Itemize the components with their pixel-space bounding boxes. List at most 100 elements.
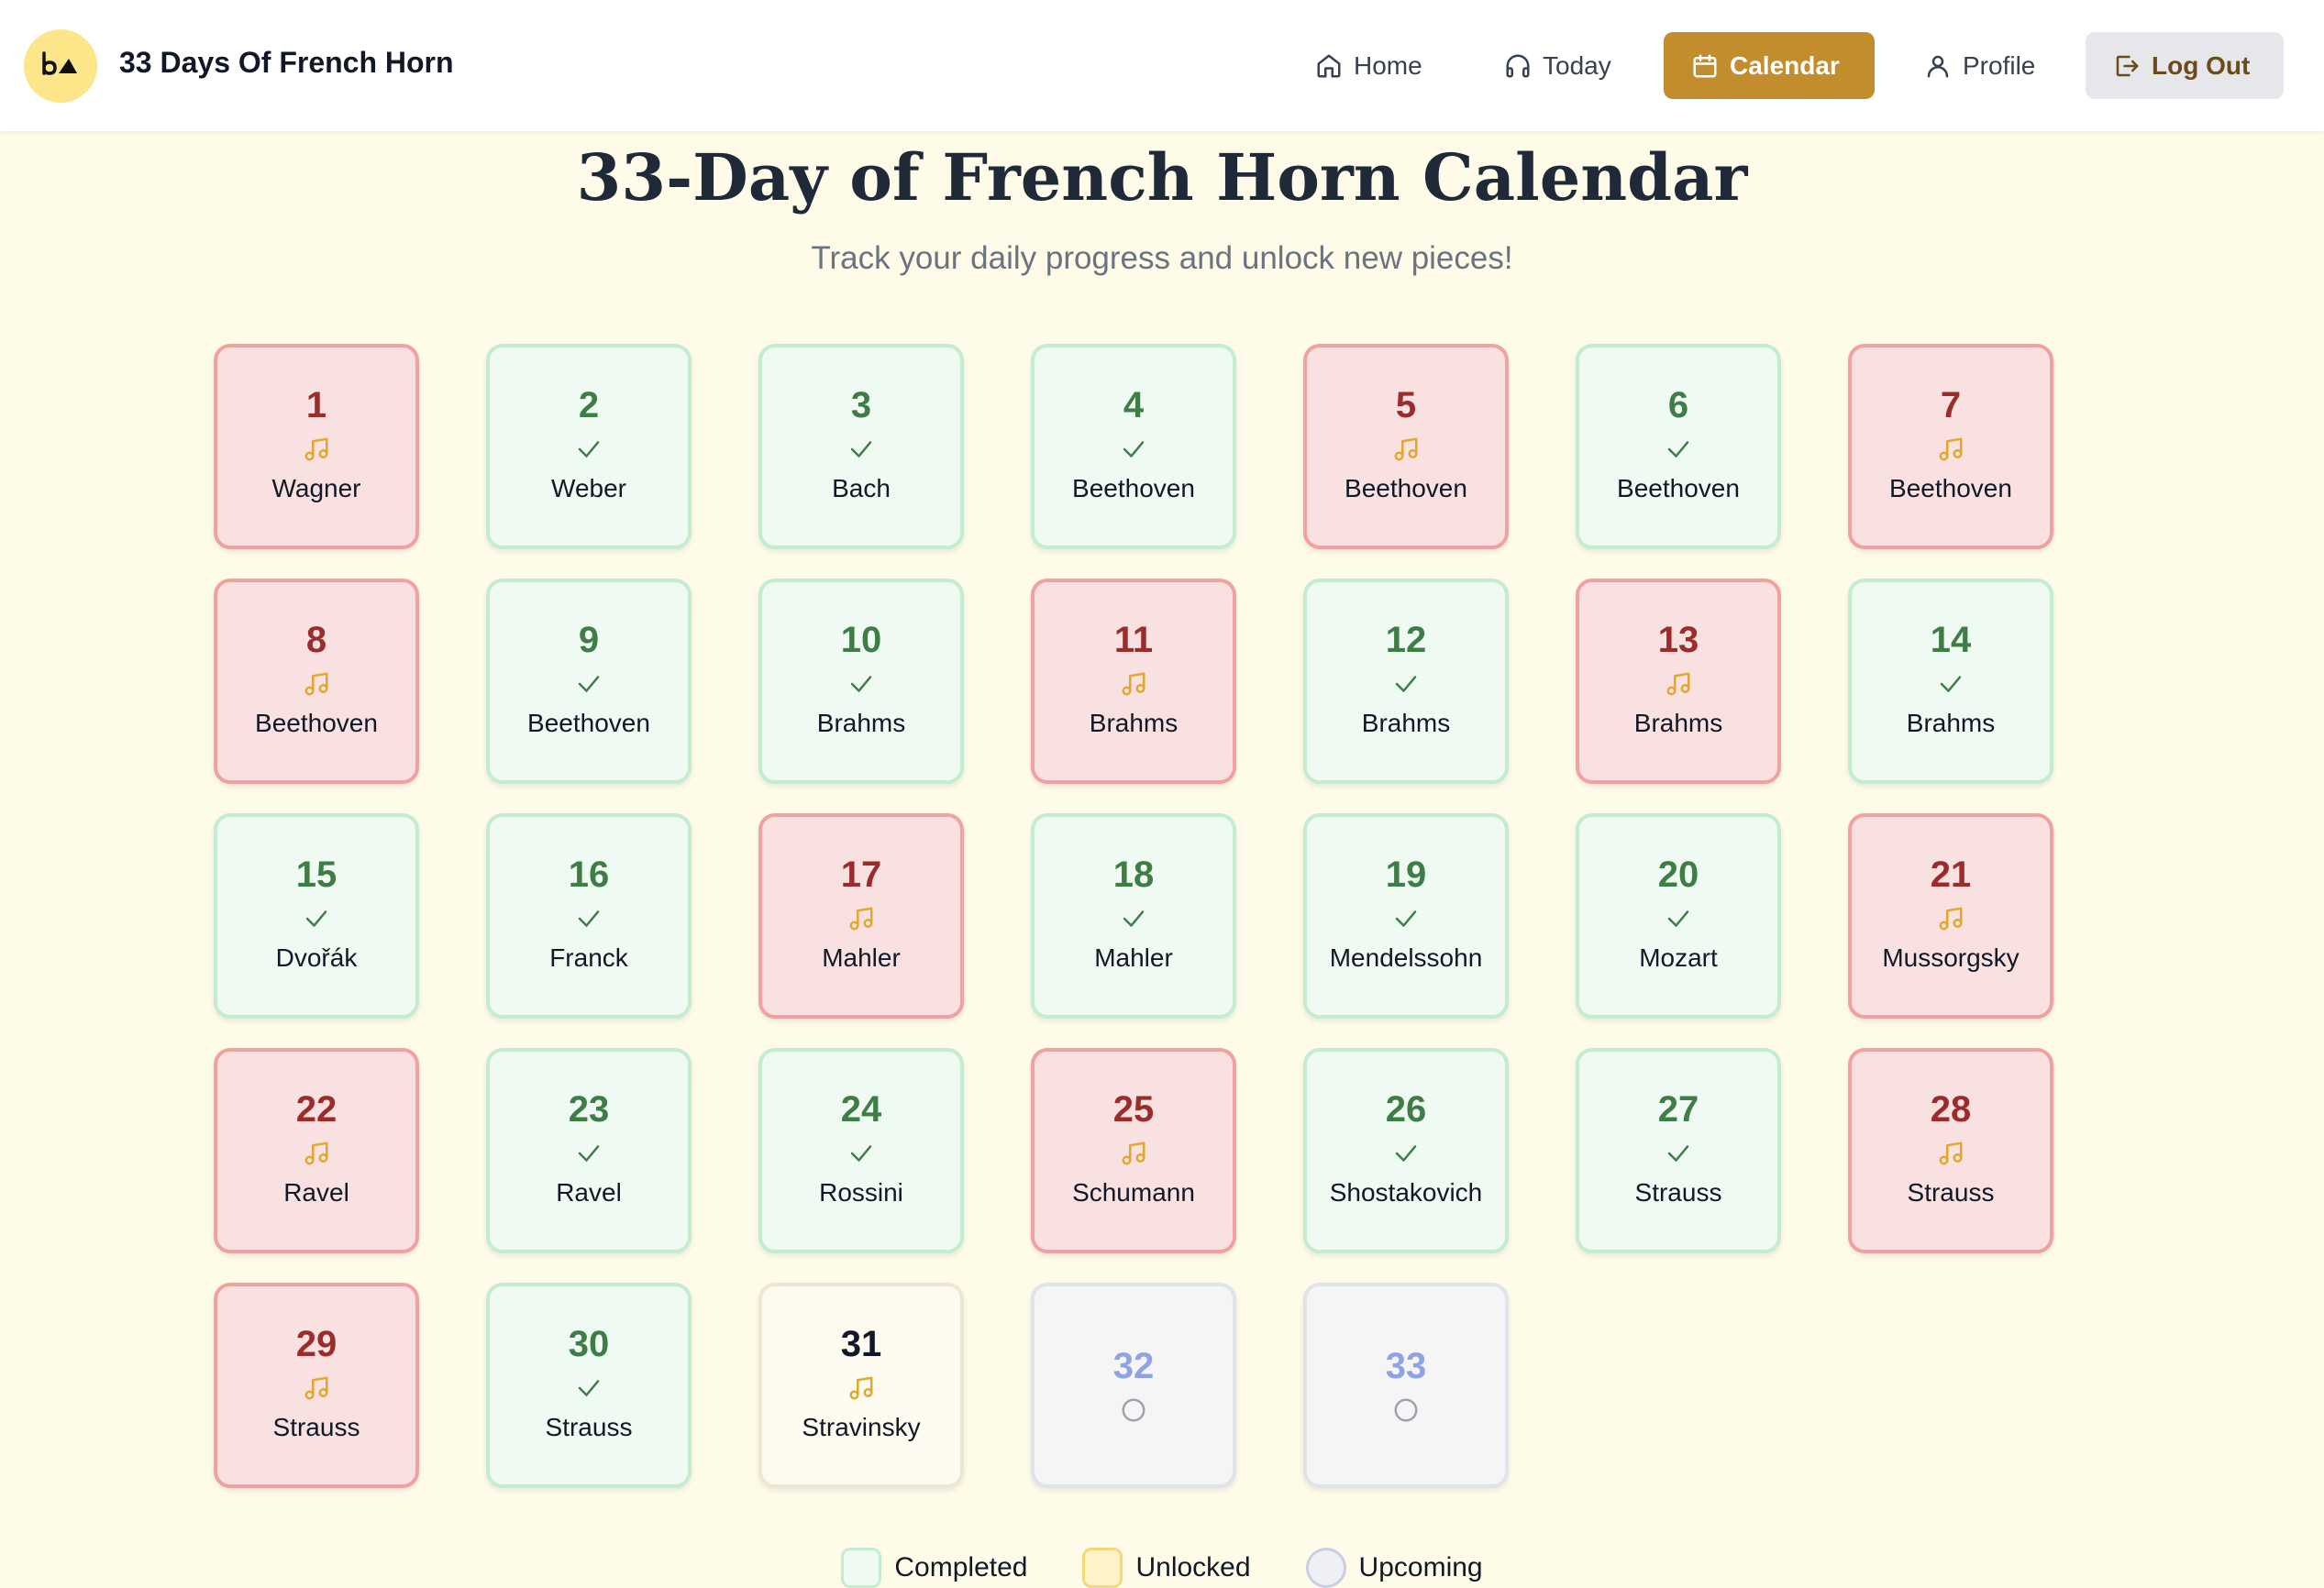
day-number: 5: [1395, 385, 1417, 425]
music-note-icon: [303, 661, 330, 707]
day-cell-20[interactable]: 20 Mozart: [1576, 813, 1781, 1019]
composer-name: Brahms: [1089, 709, 1179, 737]
day-cell-21[interactable]: 21 Mussorgsky: [1848, 813, 2053, 1019]
nav-home-link[interactable]: Home: [1288, 32, 1450, 99]
composer-name: Beethoven: [255, 709, 378, 737]
nav-today-link[interactable]: Today: [1477, 32, 1639, 99]
music-note-icon: [303, 1365, 330, 1411]
nav-home-label: Home: [1354, 50, 1422, 80]
day-number: 4: [1123, 385, 1145, 425]
composer-name: Strauss: [1634, 1178, 1722, 1207]
day-number: 8: [305, 620, 327, 660]
day-cell-4[interactable]: 4 Beethoven: [1031, 344, 1236, 549]
check-icon: [1937, 661, 1964, 707]
nav-calendar-label: Calendar: [1730, 50, 1840, 80]
day-cell-27[interactable]: 27 Strauss: [1576, 1048, 1781, 1253]
day-cell-12[interactable]: 12 Brahms: [1303, 579, 1509, 784]
day-cell-24[interactable]: 24 Rossini: [758, 1048, 964, 1253]
headphones-icon: [1506, 54, 1530, 77]
composer-name: Bach: [832, 474, 891, 502]
check-icon: [1665, 1130, 1692, 1176]
composer-name: Strauss: [545, 1413, 633, 1441]
day-number: 26: [1385, 1089, 1427, 1130]
composer-name: Brahms: [1906, 709, 1996, 737]
legend-item-completed: Completed: [841, 1548, 1027, 1588]
composer-name: Mussorgsky: [1882, 943, 2020, 972]
composer-name: Brahms: [1361, 709, 1451, 737]
legend-item-unlocked: Unlocked: [1082, 1548, 1251, 1588]
logout-button[interactable]: Log Out: [2086, 32, 2284, 99]
day-number: 21: [1930, 855, 1972, 895]
day-cell-10[interactable]: 10 Brahms: [758, 579, 964, 784]
composer-name: Mozart: [1639, 943, 1718, 972]
nav-profile-link[interactable]: Profile: [1897, 32, 2063, 99]
composer-name: Beethoven: [1617, 474, 1740, 502]
day-cell-9[interactable]: 9 Beethoven: [486, 579, 692, 784]
logo[interactable]: [24, 29, 97, 103]
day-number: 14: [1930, 620, 1972, 660]
composer-name: Mendelssohn: [1329, 943, 1483, 972]
user-icon: [1927, 55, 1949, 77]
legend-item-upcoming: Upcoming: [1305, 1548, 1483, 1588]
music-note-icon: [1392, 426, 1420, 472]
day-number: 19: [1385, 855, 1427, 895]
music-note-icon: [303, 426, 330, 472]
calendar-grid: 1 Wagner 2 Weber 3 Bach 4 Beethoven 5 Beethoven 6 B…: [214, 344, 2053, 1488]
day-number: 11: [1113, 620, 1154, 660]
day-number: 23: [568, 1089, 610, 1130]
music-note-icon: [1665, 661, 1692, 707]
composer-name: Stravinsky: [802, 1413, 921, 1441]
day-cell-1[interactable]: 1 Wagner: [214, 344, 419, 549]
day-cell-5[interactable]: 5 Beethoven: [1303, 344, 1509, 549]
day-cell-22[interactable]: 22 Ravel: [214, 1048, 419, 1253]
day-cell-26[interactable]: 26 Shostakovich: [1303, 1048, 1509, 1253]
page-subtitle: Track your daily progress and unlock new…: [811, 240, 1513, 276]
day-number: 33: [1385, 1346, 1427, 1386]
day-cell-8[interactable]: 8 Beethoven: [214, 579, 419, 784]
day-cell-29[interactable]: 29 Strauss: [214, 1283, 419, 1488]
empty-circle-icon: [1392, 1387, 1420, 1433]
legend: Completed Unlocked Upcoming: [0, 1548, 2324, 1588]
day-number: 12: [1385, 620, 1427, 660]
day-cell-25[interactable]: 25 Schumann: [1031, 1048, 1236, 1253]
day-cell-28[interactable]: 28 Strauss: [1848, 1048, 2053, 1253]
day-cell-14[interactable]: 14 Brahms: [1848, 579, 2053, 784]
home-icon: [1317, 54, 1341, 77]
brand-name[interactable]: 33 Days Of French Horn: [119, 46, 454, 80]
day-number: 25: [1112, 1089, 1155, 1130]
day-cell-3[interactable]: 3 Bach: [758, 344, 964, 549]
day-number: 29: [295, 1324, 338, 1364]
day-cell-13[interactable]: 13 Brahms: [1576, 579, 1781, 784]
day-cell-30[interactable]: 30 Strauss: [486, 1283, 692, 1488]
day-number: 7: [1940, 385, 1962, 425]
day-number: 15: [295, 855, 338, 895]
day-cell-11[interactable]: 11 Brahms: [1031, 579, 1236, 784]
check-icon: [1392, 896, 1420, 942]
check-icon: [575, 661, 603, 707]
check-icon: [1120, 896, 1147, 942]
nav-calendar-link[interactable]: Calendar: [1664, 32, 1875, 99]
day-cell-17[interactable]: 17 Mahler: [758, 813, 964, 1019]
composer-name: Ravel: [283, 1178, 349, 1207]
day-number: 18: [1112, 855, 1155, 895]
day-cell-31[interactable]: 31 Stravinsky: [758, 1283, 964, 1488]
day-cell-7[interactable]: 7 Beethoven: [1848, 344, 2053, 549]
nav-profile-label: Profile: [1963, 50, 2036, 80]
day-cell-2[interactable]: 2 Weber: [486, 344, 692, 549]
music-note-icon: [847, 1365, 875, 1411]
day-cell-23[interactable]: 23 Ravel: [486, 1048, 692, 1253]
composer-name: Mahler: [1094, 943, 1173, 972]
day-number: 9: [578, 620, 600, 660]
day-number: 20: [1657, 855, 1699, 895]
day-cell-19[interactable]: 19 Mendelssohn: [1303, 813, 1509, 1019]
day-cell-15[interactable]: 15 Dvořák: [214, 813, 419, 1019]
check-icon: [1392, 661, 1420, 707]
day-number: 6: [1667, 385, 1689, 425]
music-note-icon: [1120, 1130, 1147, 1176]
day-cell-6[interactable]: 6 Beethoven: [1576, 344, 1781, 549]
day-cell-18[interactable]: 18 Mahler: [1031, 813, 1236, 1019]
day-number: 30: [568, 1324, 610, 1364]
composer-name: Schumann: [1072, 1178, 1195, 1207]
day-cell-16[interactable]: 16 Franck: [486, 813, 692, 1019]
composer-name: Mahler: [822, 943, 901, 972]
